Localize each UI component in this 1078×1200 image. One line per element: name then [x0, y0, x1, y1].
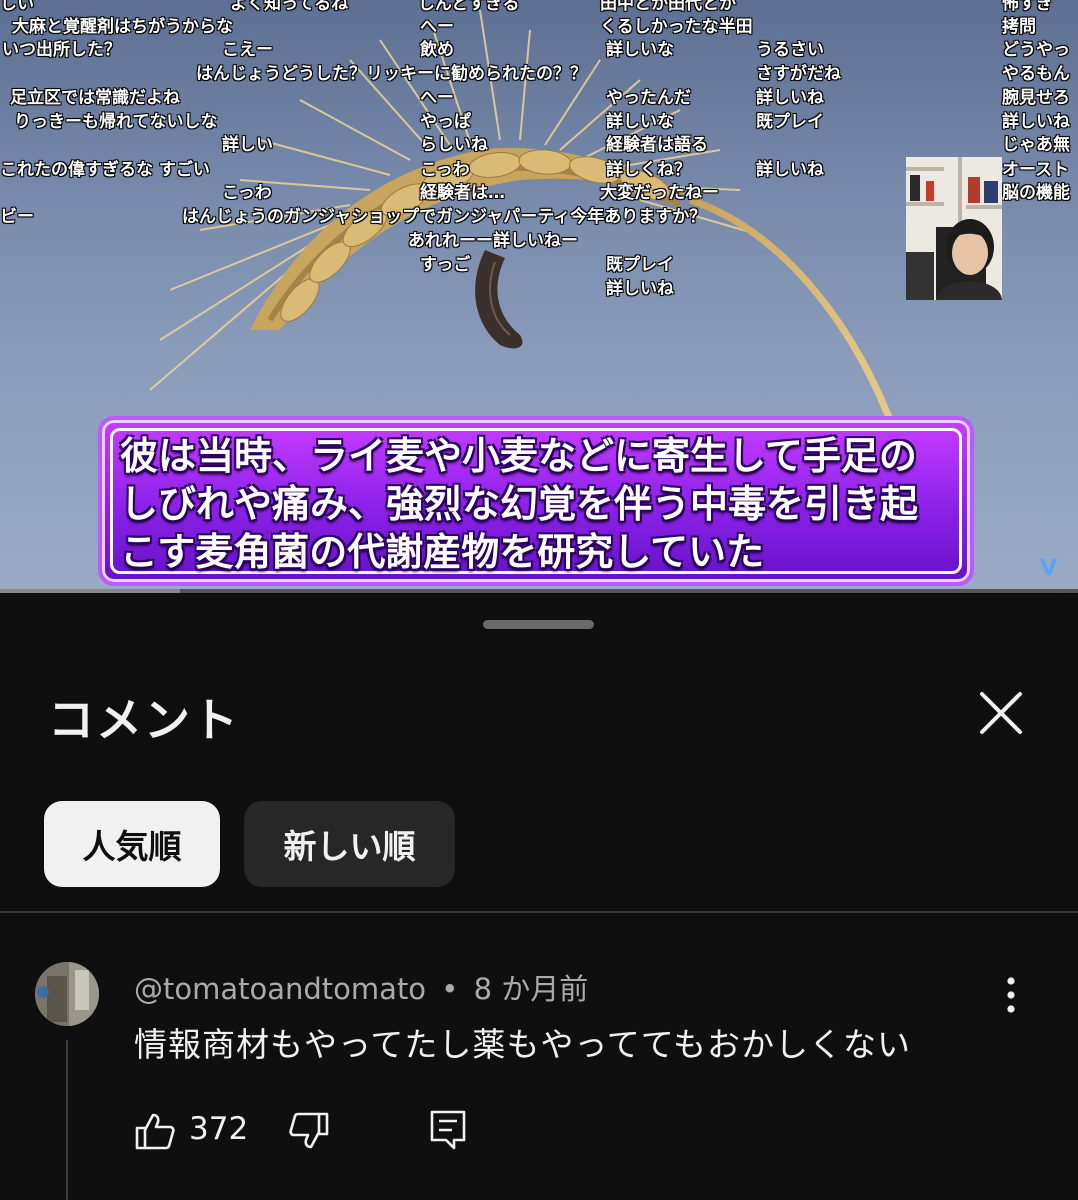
danmaku-comment: 大麻と覚醒剤はちがうからな	[12, 17, 233, 37]
danmaku-comment: へー	[420, 17, 454, 37]
more-vert-icon[interactable]	[996, 974, 1026, 1016]
danmaku-comment: オースト	[1002, 160, 1070, 180]
danmaku-comment: 経験者は語る	[606, 135, 708, 155]
danmaku-comment: いつ出所した？	[2, 40, 121, 60]
reply-icon[interactable]	[428, 1108, 468, 1152]
danmaku-comment: りっきーも帰れてないしな	[14, 112, 218, 132]
sort-chip-newest[interactable]: 新しい順	[244, 801, 455, 887]
sort-chip-top[interactable]: 人気順	[44, 801, 220, 887]
danmaku-comment: 詳しいね	[756, 160, 824, 180]
danmaku-comment: 腕見せろ	[1002, 88, 1070, 108]
danmaku-comment: こっわ	[420, 160, 470, 180]
comment-author[interactable]: @tomatoandtomato	[134, 972, 426, 1006]
danmaku-comment: うるさい	[756, 40, 824, 60]
danmaku-comment: じゃあ無	[1002, 135, 1070, 155]
drag-handle[interactable]	[483, 620, 594, 629]
subtitle-line-1: 彼は当時、ライ麦や小麦などに寄生して手足の	[120, 434, 917, 478]
danmaku-comment: くるしかったな半田	[600, 17, 753, 37]
comment-time: 8 か月前	[473, 972, 589, 1006]
danmaku-comment: 経験者は…	[420, 183, 505, 203]
subtitle-caption: 彼は当時、ライ麦や小麦などに寄生して手足の しびれや痛み、強烈な幻覚を伴う中毒を…	[98, 416, 974, 586]
danmaku-comment: へー	[420, 88, 454, 108]
danmaku-comment: しんどすぎる	[418, 0, 520, 14]
danmaku-comment: 脳の機能	[1002, 183, 1070, 203]
comment-meta: @tomatoandtomato • 8 か月前	[134, 966, 588, 1008]
thumb-up-icon[interactable]	[134, 1110, 176, 1152]
video-progress-bar[interactable]	[0, 589, 1078, 593]
danmaku-comment: らしいね	[420, 135, 488, 155]
subtitle-line-2: しびれや痛み、強烈な幻覚を伴う中毒を引き起	[120, 482, 919, 526]
danmaku-comment: やっぱ	[420, 112, 471, 132]
danmaku-comment: これたの偉すぎるな すごい	[0, 160, 210, 180]
danmaku-comment: しい	[0, 0, 34, 14]
danmaku-comment: 拷問	[1002, 17, 1036, 37]
danmaku-comment: 足立区では常識だよね	[10, 88, 180, 108]
danmaku-comment: こっわ	[222, 183, 272, 203]
danmaku-comment: 詳しいね	[756, 88, 824, 108]
danmaku-comment: 詳しいね	[606, 279, 674, 299]
danmaku-comment: はんじょうどうした？リッキーに勧められたの？？	[196, 64, 587, 84]
danmaku-comment: 怖すぎ	[1002, 0, 1053, 14]
danmaku-comment: 詳しくね？	[606, 160, 691, 180]
danmaku-comment: 詳しいね	[1002, 112, 1070, 132]
danmaku-comment: こえー	[222, 40, 273, 60]
reply-thread-line	[66, 1040, 68, 1200]
danmaku-comment: 詳しいな	[606, 40, 674, 60]
danmaku-comment: よく知ってるね	[230, 0, 349, 14]
danmaku-comment: やったんだ	[606, 88, 691, 108]
danmaku-comment: さすがだね	[756, 64, 841, 84]
avatar[interactable]	[35, 962, 99, 1026]
meta-separator: •	[441, 972, 459, 1006]
danmaku-comment: 詳しい	[222, 135, 273, 155]
watermark-logo: V	[1040, 556, 1058, 581]
danmaku-comment: ビー	[0, 207, 34, 227]
danmaku-comment: 既プレイ	[756, 112, 824, 132]
like-count: 372	[189, 1111, 249, 1147]
thumb-down-icon[interactable]	[288, 1110, 330, 1152]
streamer-webcam	[906, 157, 1002, 300]
danmaku-comment: 既プレイ	[606, 255, 674, 275]
danmaku-comment: 田中とか田代とか	[600, 0, 736, 14]
danmaku-comment: 大変だったねー	[600, 183, 719, 203]
danmaku-comment: 飲め	[420, 40, 454, 60]
danmaku-comment: はんじょうのガンジャショップでガンジャパーティ今年ありますか？	[182, 207, 707, 227]
divider	[0, 911, 1078, 913]
comment-text: 情報商材もやってたし薬もやっててもおかしくない	[134, 1025, 912, 1064]
comments-title: コメント	[48, 693, 240, 747]
danmaku-comment: 詳しいな	[606, 112, 674, 132]
danmaku-comment: あれれーー詳しいねー	[408, 231, 578, 251]
danmaku-comment: やるもん	[1002, 64, 1070, 84]
subtitle-line-3: こす麦角菌の代謝産物を研究していた	[120, 530, 765, 574]
danmaku-comment: すっご	[420, 255, 471, 275]
danmaku-comment: どうやっ	[1002, 40, 1070, 60]
close-icon[interactable]	[978, 690, 1024, 736]
video-player[interactable]: しい よく知ってるね しんどすぎる 田中とか田代とか 怖すぎ 大麻と覚醒剤はちがうからなへ…	[0, 0, 1078, 592]
